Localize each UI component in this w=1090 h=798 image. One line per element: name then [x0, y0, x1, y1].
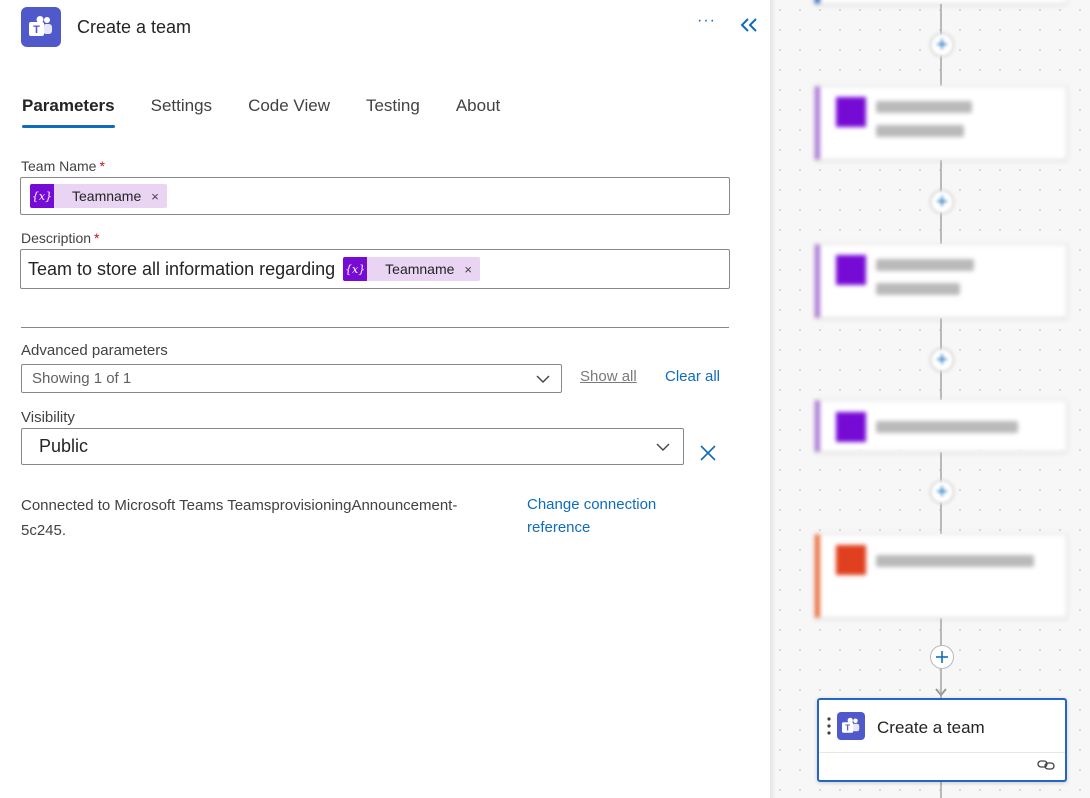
more-options-button[interactable]: ···: [697, 12, 716, 30]
token-label: Teamname: [72, 188, 142, 204]
redacted-card-title: [876, 555, 1034, 579]
teams-icon: T: [837, 712, 865, 740]
flow-step-card[interactable]: [815, 400, 1067, 452]
remove-token-button[interactable]: ×: [454, 262, 480, 277]
arrow-down-icon: [935, 688, 947, 697]
flow-step-card[interactable]: [815, 534, 1067, 618]
chevron-down-icon: [656, 443, 670, 451]
office-icon: [836, 545, 866, 575]
visibility-dropdown[interactable]: Public: [21, 428, 684, 465]
teamname-variable-token[interactable]: {x} Teamname ×: [343, 257, 481, 281]
flow-designer-canvas[interactable]: + + + + T Create a team: [770, 0, 1090, 798]
variable-icon: [836, 255, 866, 285]
svg-text:T: T: [33, 24, 40, 36]
card-title: Create a team: [877, 718, 985, 737]
tab-about[interactable]: About: [456, 96, 500, 128]
description-field[interactable]: Team to store all information regarding …: [20, 249, 730, 289]
remove-parameter-button[interactable]: [698, 443, 718, 463]
description-text: Team to store all information regarding: [28, 258, 336, 279]
connector-line: [940, 782, 942, 798]
variable-icon: {x}: [30, 184, 54, 208]
variable-icon: [836, 97, 866, 127]
change-connection-link[interactable]: Change connection reference: [527, 493, 717, 539]
show-all-link[interactable]: Show all: [580, 368, 637, 385]
card-divider: [819, 752, 1065, 753]
tab-code-view[interactable]: Code View: [248, 96, 330, 128]
tab-settings[interactable]: Settings: [151, 96, 212, 128]
tab-testing[interactable]: Testing: [366, 96, 420, 128]
redacted-card-title: [876, 101, 972, 149]
clear-all-link[interactable]: Clear all: [665, 368, 720, 385]
required-mark: *: [94, 230, 100, 246]
token-label: Teamname: [385, 261, 455, 277]
section-divider: [21, 327, 729, 328]
tab-parameters[interactable]: Parameters: [22, 96, 115, 128]
chevron-down-icon: [536, 375, 550, 383]
remove-token-button[interactable]: ×: [141, 189, 167, 204]
tab-bar: Parameters Settings Code View Testing Ab…: [22, 96, 536, 130]
collapse-panel-button[interactable]: [738, 14, 760, 36]
team-name-label: Team Name *: [21, 158, 105, 174]
panel-shadow: [770, 0, 776, 798]
svg-text:T: T: [845, 724, 850, 733]
visibility-label: Visibility: [21, 409, 75, 426]
panel-title: Create a team: [77, 17, 192, 37]
insert-step-button[interactable]: [930, 645, 954, 669]
drag-handle-icon[interactable]: [827, 716, 831, 736]
flow-step-card[interactable]: [815, 86, 1067, 160]
team-name-field[interactable]: {x} Teamname ×: [20, 177, 730, 215]
insert-step-button[interactable]: +: [930, 190, 954, 214]
plus-icon: [936, 651, 948, 663]
variable-icon: [836, 412, 866, 442]
required-mark: *: [99, 158, 105, 174]
create-a-team-card[interactable]: T Create a team: [817, 698, 1067, 782]
action-details-panel: T Create a team ··· Parameters Settings …: [0, 0, 770, 798]
redacted-card-title: [876, 259, 974, 307]
connection-info: Connected to Microsoft Teams Teamsprovis…: [21, 497, 458, 539]
teamname-variable-token[interactable]: {x} Teamname ×: [30, 184, 167, 208]
flow-step-card[interactable]: [815, 244, 1067, 318]
team-name-label-text: Team Name: [21, 158, 97, 174]
description-label: Description *: [21, 230, 99, 246]
advanced-parameters-dropdown[interactable]: Showing 1 of 1: [21, 364, 562, 393]
link-icon[interactable]: [1037, 758, 1055, 772]
redacted-card-title: [876, 421, 1018, 445]
insert-step-button[interactable]: +: [930, 33, 954, 57]
teams-icon: T: [21, 7, 61, 47]
dropdown-value: Showing 1 of 1: [32, 370, 132, 387]
variable-icon: {x}: [343, 257, 368, 281]
double-chevron-left-icon: [740, 18, 757, 32]
insert-step-button[interactable]: +: [930, 480, 954, 504]
description-label-text: Description: [21, 230, 92, 246]
advanced-parameters-label: Advanced parameters: [21, 342, 168, 359]
dropdown-value: Public: [39, 436, 89, 456]
insert-step-button[interactable]: +: [930, 348, 954, 372]
